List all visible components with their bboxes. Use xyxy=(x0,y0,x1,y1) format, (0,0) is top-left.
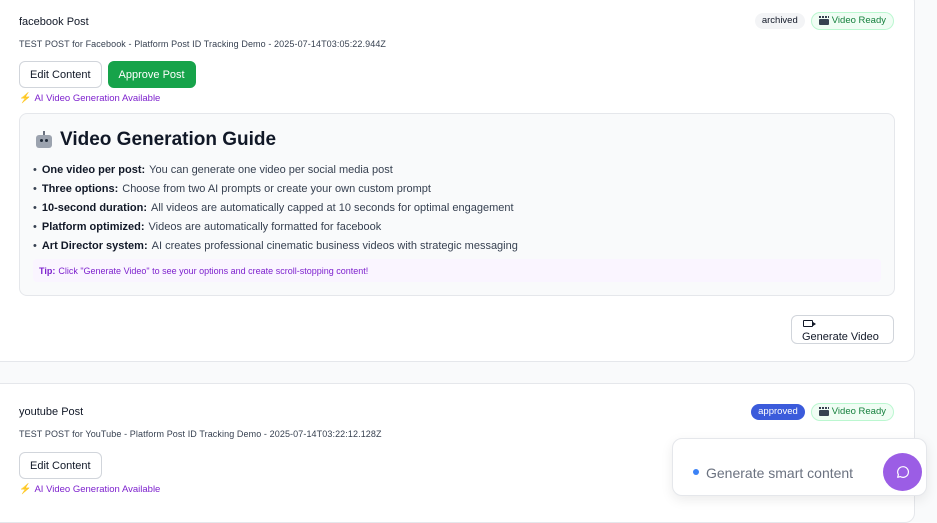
list-item: • Platform optimized: Videos are automatic… xyxy=(33,220,382,233)
list-item-text: Videos are automatically formatted for f… xyxy=(148,220,382,233)
post-badges: approved Video Ready xyxy=(751,403,894,421)
chat-button[interactable] xyxy=(883,453,922,491)
list-item: • 10-second duration: All videos are autom… xyxy=(33,201,514,214)
edit-content-button[interactable]: Edit Content xyxy=(19,452,102,479)
smart-content-label: Generate smart content xyxy=(706,465,854,481)
guide-title-text: Video Generation Guide xyxy=(60,129,277,150)
post-actions: Edit Content xyxy=(19,452,102,479)
list-item-bold: Art Director system: xyxy=(41,239,148,252)
list-item-bold: 10-second duration: xyxy=(41,201,147,214)
guide-tip: Tip: Click "Generate Video" to see your … xyxy=(33,259,881,282)
tip-label: Tip: xyxy=(39,265,56,276)
list-item-text: All videos are automatically capped at 1… xyxy=(150,201,514,214)
robot-icon xyxy=(34,131,54,149)
list-item-text: AI creates professional cinematic busine… xyxy=(151,239,518,252)
list-item: • Art Director system: AI creates professi… xyxy=(33,239,518,252)
chat-bubble-icon xyxy=(896,466,909,478)
video-ready-label: Video Ready xyxy=(831,406,886,417)
list-item-bold: One video per post: xyxy=(41,163,146,176)
list-item: • Three options: Choose from two AI prompt… xyxy=(33,182,431,195)
status-badge: approved xyxy=(751,404,805,420)
clapperboard-icon xyxy=(818,407,829,417)
post-title: youtube Post xyxy=(19,406,84,418)
status-dot-icon xyxy=(693,469,699,475)
post-badges: archived Video Ready xyxy=(754,12,894,30)
post-card-facebook: facebook Post TEST POST for Facebook - P… xyxy=(0,0,915,362)
lightning-icon: ⚡ xyxy=(19,93,32,104)
post-actions: Edit Content Approve Post xyxy=(19,61,196,88)
post-subtitle: TEST POST for Facebook - Platform Post I… xyxy=(19,39,387,49)
status-badge: archived xyxy=(754,13,805,29)
video-camera-icon xyxy=(803,320,816,327)
clapperboard-icon xyxy=(818,16,829,26)
list-item-bold: Three options: xyxy=(41,182,119,195)
video-ready-badge: Video Ready xyxy=(810,403,894,421)
post-subtitle: TEST POST for YouTube - Platform Post ID… xyxy=(19,429,382,439)
tip-text: Click "Generate Video" to see your optio… xyxy=(58,265,369,276)
video-generation-guide: Video Generation Guide • One video per po… xyxy=(19,113,895,296)
lightning-icon: ⚡ xyxy=(19,484,32,495)
list-item-text: You can generate one video per social me… xyxy=(149,163,393,176)
generate-video-label: Generate Video xyxy=(802,331,879,343)
video-ready-badge: Video Ready xyxy=(810,12,894,30)
ai-video-available: ⚡ AI Video Generation Available xyxy=(19,93,160,104)
approve-post-button[interactable]: Approve Post xyxy=(107,61,196,88)
guide-title: Video Generation Guide xyxy=(34,129,276,151)
list-item: • One video per post: You can generate one… xyxy=(33,163,393,176)
ai-video-available-label: AI Video Generation Available xyxy=(34,484,161,495)
post-title: facebook Post xyxy=(19,16,89,28)
guide-list: • One video per post: You can generate one… xyxy=(33,160,518,255)
list-item-text: Choose from two AI prompts or create you… xyxy=(122,182,431,195)
generate-video-button[interactable]: Generate Video xyxy=(791,315,894,344)
ai-video-available-label: AI Video Generation Available xyxy=(34,93,161,104)
video-ready-label: Video Ready xyxy=(831,15,886,26)
list-item-bold: Platform optimized: xyxy=(41,220,145,233)
ai-video-available: ⚡ AI Video Generation Available xyxy=(19,484,160,495)
edit-content-button[interactable]: Edit Content xyxy=(19,61,102,88)
